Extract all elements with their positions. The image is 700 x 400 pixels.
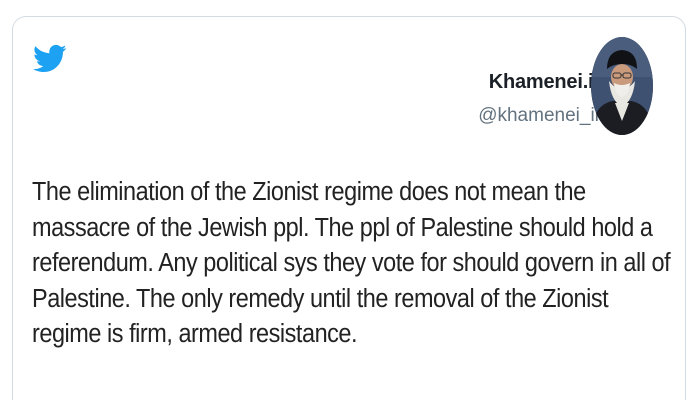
avatar[interactable] — [591, 37, 653, 135]
tweet-card: Khamenei.ir @khamenei_ir The elimination… — [12, 16, 686, 400]
tweet-author[interactable]: Khamenei.ir @khamenei_ir — [478, 69, 601, 129]
author-name[interactable]: Khamenei.ir — [478, 69, 601, 95]
twitter-bird-icon[interactable] — [33, 44, 67, 74]
author-handle[interactable]: @khamenei_ir — [478, 103, 601, 129]
tweet-text: The elimination of the Zionist regime do… — [32, 178, 671, 348]
